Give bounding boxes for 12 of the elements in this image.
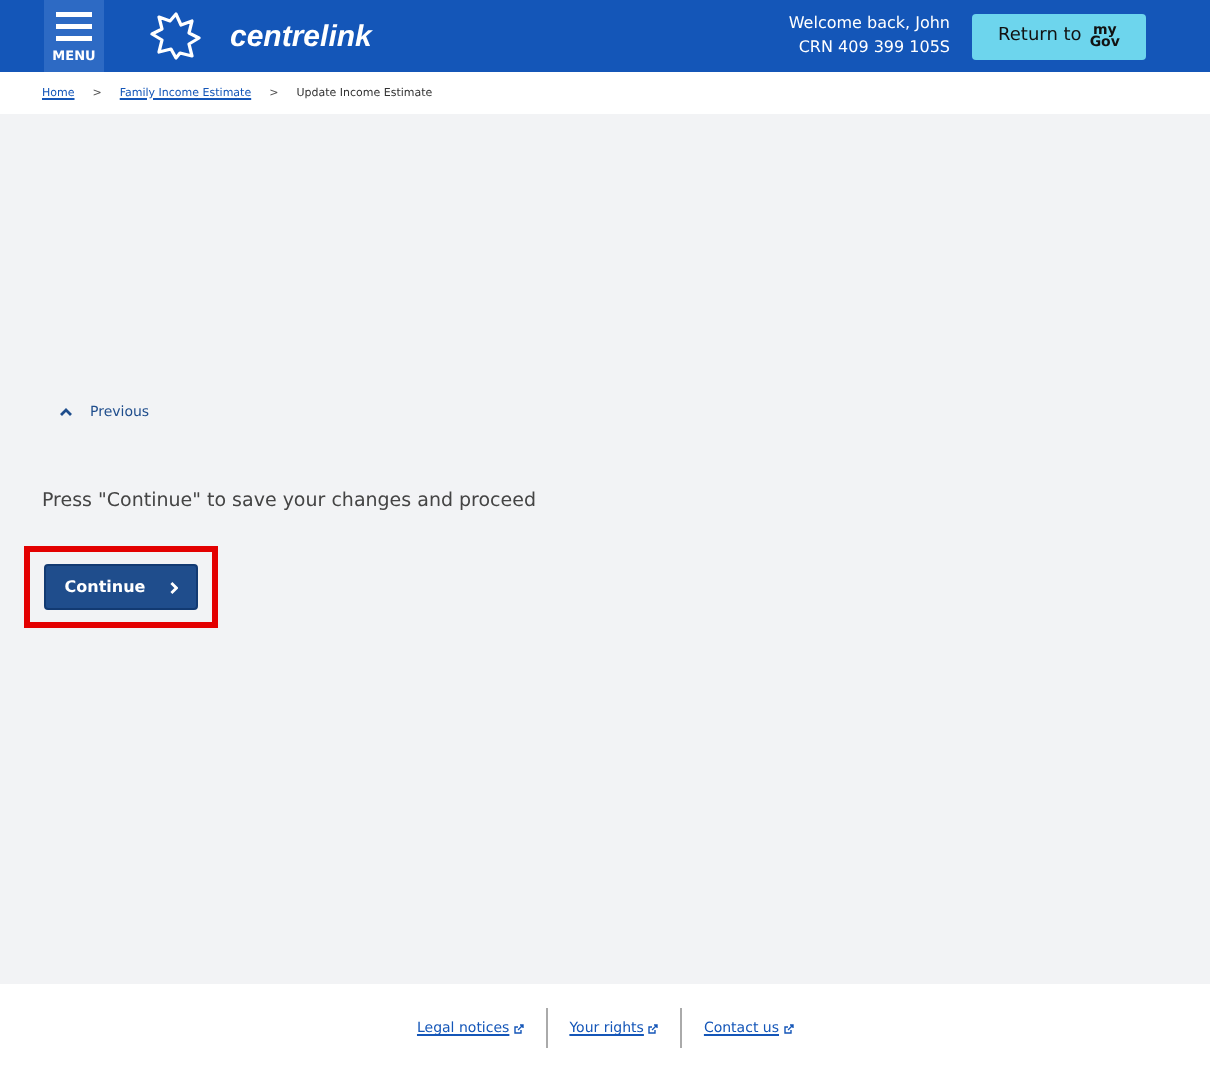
welcome-text: Welcome back, John [788,12,950,36]
menu-icon [56,10,92,42]
chevron-right-icon [169,581,178,593]
brand-name: centrelink [230,19,372,53]
chevron-up-icon [60,408,72,416]
external-link-icon [513,1023,524,1033]
external-link-icon [647,1023,658,1033]
instruction-text: Press "Continue" to save your changes and proceed [42,490,536,512]
crn-text: CRN 409 399 105S [798,36,950,60]
star-logo-icon [150,10,202,62]
external-link-icon [783,1023,793,1033]
continue-button[interactable]: Continue [44,564,198,610]
